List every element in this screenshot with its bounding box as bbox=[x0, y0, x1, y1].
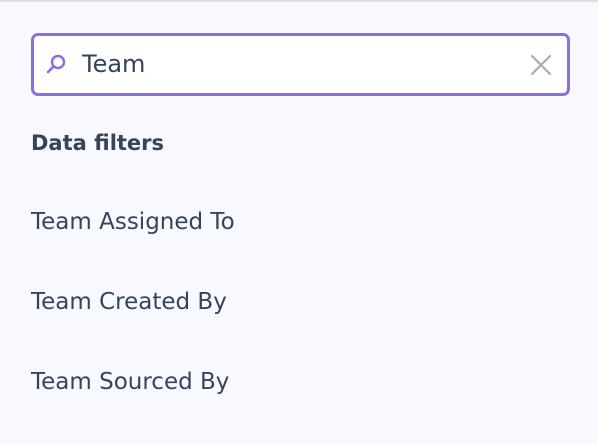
top-divider bbox=[0, 0, 598, 2]
filter-item-team-created-by[interactable]: Team Created By bbox=[31, 282, 551, 322]
filter-item-team-sourced-by[interactable]: Team Sourced By bbox=[31, 362, 551, 402]
search-box[interactable] bbox=[31, 33, 570, 96]
filter-item-team-assigned-to[interactable]: Team Assigned To bbox=[31, 202, 551, 242]
data-filters-heading: Data filters bbox=[31, 131, 165, 155]
close-icon bbox=[530, 54, 552, 76]
search-icon bbox=[45, 53, 67, 75]
search-input[interactable] bbox=[82, 44, 502, 84]
clear-search-button[interactable] bbox=[528, 52, 554, 78]
